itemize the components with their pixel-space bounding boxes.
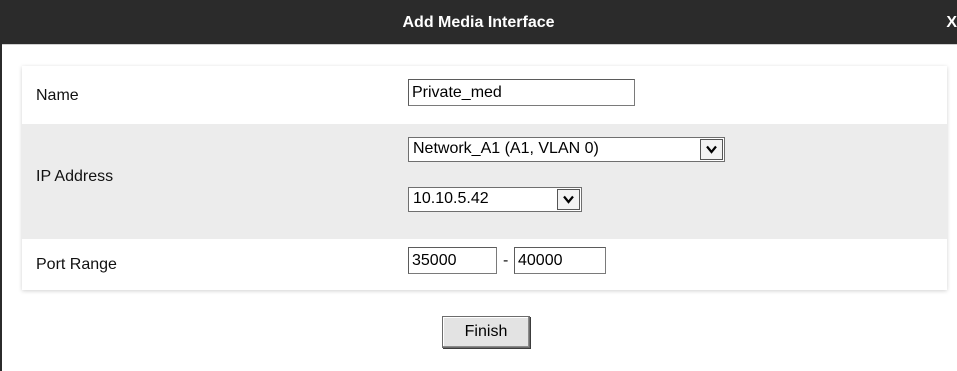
dialog-title: Add Media Interface xyxy=(402,14,555,31)
port-range-separator: - xyxy=(503,252,509,269)
chevron-down-icon[interactable] xyxy=(700,139,723,160)
dialog-left-border xyxy=(0,44,2,371)
form-row-port-range: Port Range - xyxy=(22,239,947,290)
form-panel: Name IP Address Network_A1 (A1, VLAN 0) … xyxy=(22,66,947,290)
dialog-titlebar: Add Media Interface X xyxy=(0,0,957,45)
network-select-value: Network_A1 (A1, VLAN 0) xyxy=(413,140,599,157)
port-range-start-input[interactable] xyxy=(408,247,497,274)
name-input[interactable] xyxy=(408,79,635,106)
network-select[interactable]: Network_A1 (A1, VLAN 0) xyxy=(408,137,725,162)
form-row-ip-address: IP Address Network_A1 (A1, VLAN 0) 10.10… xyxy=(22,124,947,239)
add-media-interface-dialog: Add Media Interface X Name IP Address Ne… xyxy=(0,0,957,371)
ip-address-label: IP Address xyxy=(36,168,114,185)
form-row-name: Name xyxy=(22,66,947,124)
chevron-down-icon[interactable] xyxy=(557,189,580,210)
ip-select-value: 10.10.5.42 xyxy=(413,190,489,207)
port-range-end-input[interactable] xyxy=(514,247,606,274)
close-button[interactable]: X xyxy=(941,0,957,45)
finish-button[interactable]: Finish xyxy=(442,316,530,348)
ip-select[interactable]: 10.10.5.42 xyxy=(408,187,582,212)
port-range-label: Port Range xyxy=(36,256,117,273)
name-label: Name xyxy=(36,87,79,104)
